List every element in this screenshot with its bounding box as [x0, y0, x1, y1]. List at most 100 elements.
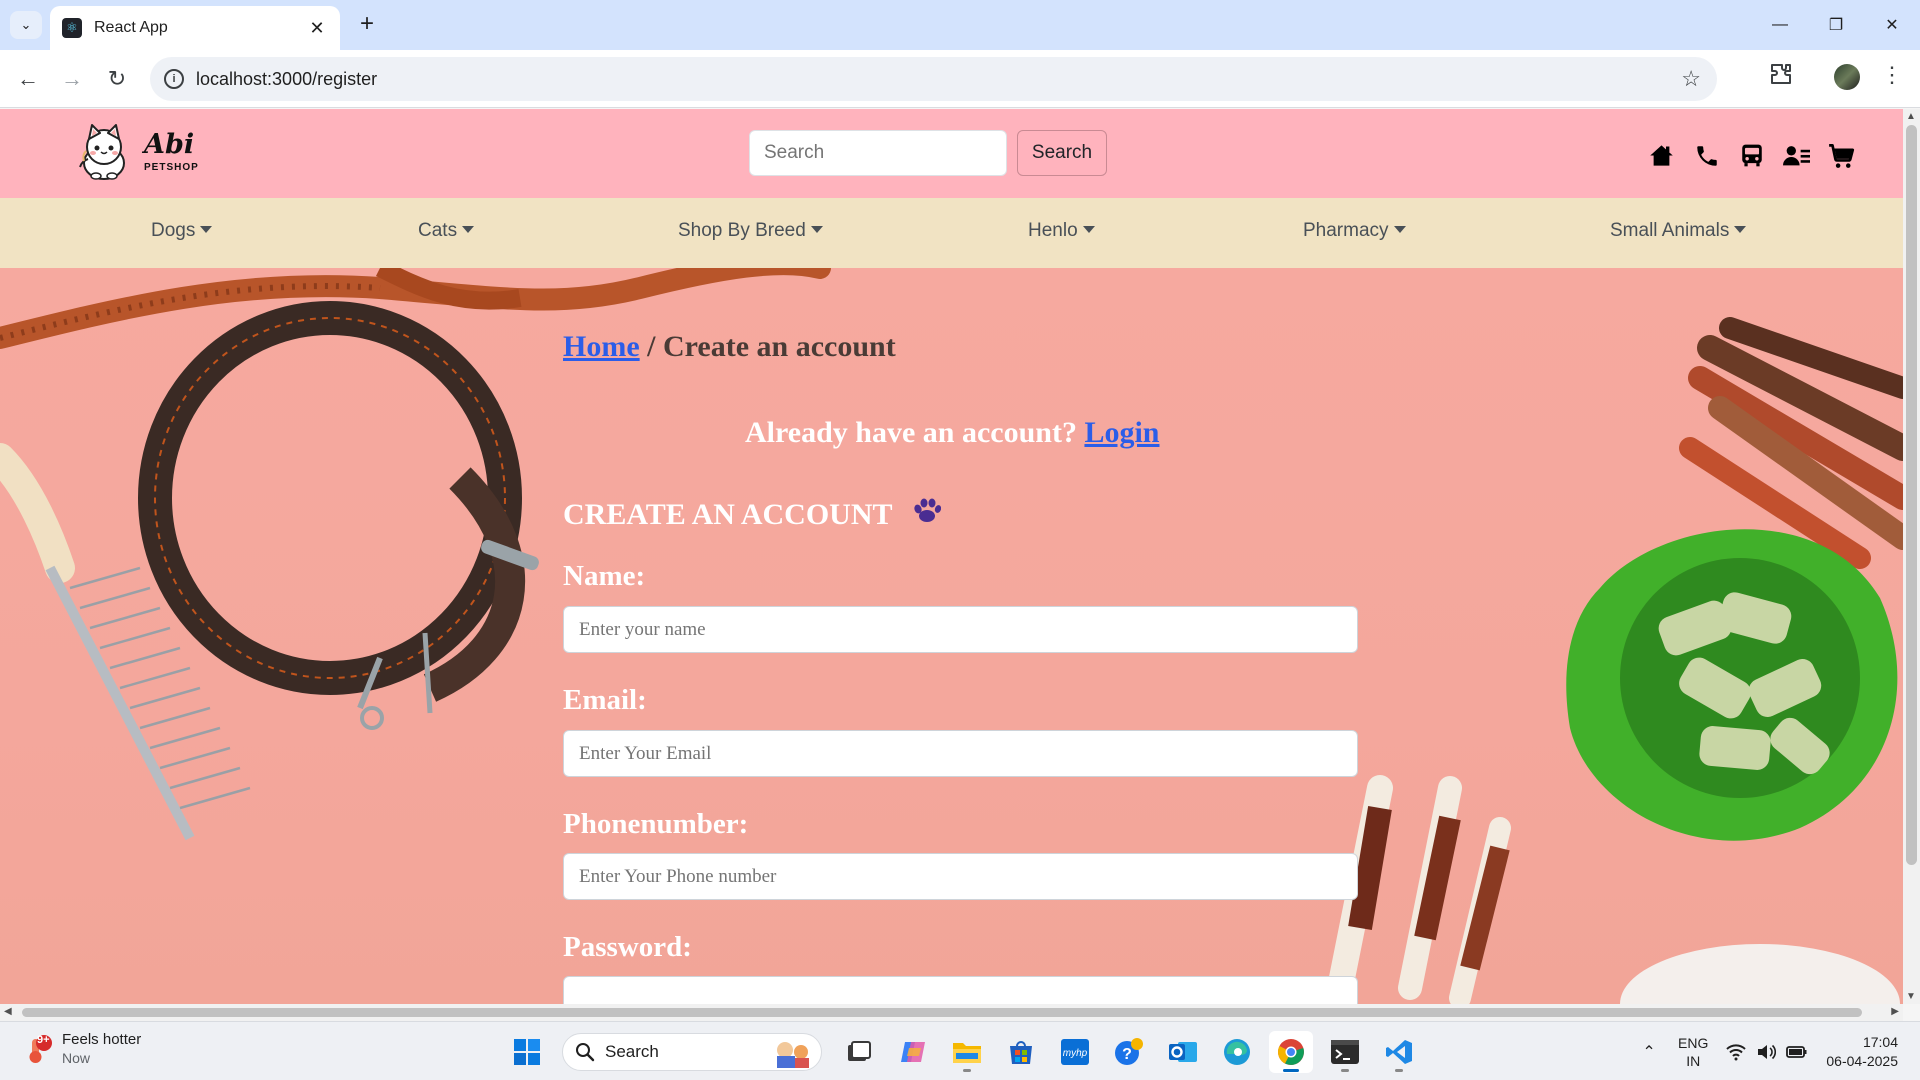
lang-line2: IN: [1686, 1052, 1701, 1069]
nav-pharmacy-label: Pharmacy: [1303, 220, 1389, 241]
scroll-up-arrow-icon[interactable]: ▲: [1906, 111, 1916, 122]
browser-menu-icon[interactable]: ⋮: [1880, 62, 1904, 88]
address-bar[interactable]: i localhost:3000/register ☆: [150, 57, 1717, 101]
tab-close-icon[interactable]: ✕: [306, 18, 328, 39]
taskbar-search-box[interactable]: Search: [562, 1033, 822, 1071]
task-view-icon[interactable]: [837, 1031, 881, 1073]
url-text[interactable]: localhost:3000/register: [196, 69, 377, 90]
home-icon[interactable]: [1648, 142, 1675, 169]
user-card-icon[interactable]: [1783, 142, 1810, 169]
breadcrumb-current: Create an account: [662, 330, 896, 363]
search-button[interactable]: Search: [1017, 130, 1107, 176]
show-hidden-icons-chevron-icon[interactable]: ⌃: [1634, 1042, 1664, 1062]
search-icon: [576, 1043, 595, 1062]
nav-dogs-dropdown[interactable]: Dogs: [151, 220, 213, 242]
phone-field[interactable]: [563, 853, 1358, 900]
file-explorer-icon[interactable]: [945, 1031, 989, 1073]
breadcrumb-separator: /: [639, 330, 663, 363]
get-help-icon[interactable]: ?: [1107, 1031, 1151, 1073]
nav-shop-by-breed-label: Shop By Breed: [678, 220, 806, 241]
already-account-text: Already have an account? Login: [745, 416, 1159, 450]
tray-icon-group[interactable]: [1726, 1043, 1808, 1061]
new-tab-button[interactable]: +: [353, 10, 381, 38]
weather-title: Feels hotter: [62, 1031, 142, 1048]
horizontal-scroll-thumb[interactable]: [22, 1008, 1862, 1017]
wifi-icon[interactable]: [1726, 1043, 1747, 1061]
vscode-icon[interactable]: [1377, 1031, 1421, 1073]
search-input[interactable]: [749, 130, 1007, 176]
windows-start-icon[interactable]: [505, 1031, 549, 1073]
breadcrumb: Home / Create an account: [563, 330, 896, 364]
weather-widget[interactable]: 9+ Feels hotter Now: [24, 1031, 141, 1066]
vertical-scrollbar[interactable]: ▲ ▼: [1903, 109, 1920, 1004]
svg-text:?: ?: [1122, 1046, 1132, 1063]
close-window-button[interactable]: ✕: [1864, 0, 1920, 50]
system-tray: ⌃ ENG IN 17:04 06-04-2025: [1634, 1022, 1920, 1080]
edge-icon[interactable]: [1215, 1031, 1259, 1073]
search-highlight-illustration-icon: [777, 1042, 809, 1068]
site-header: Abi PETSHOP Search: [0, 109, 1903, 198]
scroll-down-arrow-icon[interactable]: ▼: [1906, 991, 1916, 1002]
nav-henlo-dropdown[interactable]: Henlo: [1028, 220, 1095, 242]
back-button[interactable]: ←: [13, 64, 43, 94]
volume-icon[interactable]: [1756, 1043, 1777, 1061]
microsoft-store-icon[interactable]: [999, 1031, 1043, 1073]
nav-pharmacy-dropdown[interactable]: Pharmacy: [1303, 220, 1406, 242]
svg-text:myhp: myhp: [1063, 1048, 1088, 1059]
caret-down-icon: [200, 226, 213, 233]
terminal-icon[interactable]: [1323, 1031, 1367, 1073]
already-account-label: Already have an account?: [745, 416, 1085, 449]
caret-down-icon: [1734, 226, 1747, 233]
caret-down-icon: [810, 226, 823, 233]
battery-charging-icon[interactable]: [1786, 1043, 1808, 1061]
login-link[interactable]: Login: [1084, 416, 1159, 449]
thermometer-icon: 9+: [24, 1034, 52, 1063]
form-title-text: CREATE AN ACCOUNT: [563, 498, 892, 531]
windows-taskbar: 9+ Feels hotter Now Search myhp ? ⌃ ENG …: [0, 1021, 1920, 1080]
lang-line1: ENG: [1678, 1034, 1709, 1051]
bookmark-star-icon[interactable]: ☆: [1681, 66, 1701, 92]
header-icon-group: [1648, 142, 1855, 169]
copilot-icon[interactable]: [891, 1031, 935, 1073]
scroll-left-arrow-icon[interactable]: ◀: [4, 1006, 12, 1017]
restore-button[interactable]: ❐: [1808, 0, 1864, 50]
nav-shop-by-breed-dropdown[interactable]: Shop By Breed: [678, 220, 823, 242]
reload-button[interactable]: ↻: [102, 64, 132, 94]
category-nav: Dogs Cats Shop By Breed Henlo Pharmacy S…: [0, 198, 1903, 268]
input-language[interactable]: ENG IN: [1678, 1034, 1708, 1070]
email-label: Email:: [563, 684, 647, 716]
profile-avatar[interactable]: [1834, 64, 1860, 90]
tab-search-button[interactable]: ⌄: [10, 11, 42, 39]
vertical-scroll-thumb[interactable]: [1906, 125, 1917, 865]
scroll-right-arrow-icon[interactable]: ▶: [1891, 1006, 1899, 1017]
caret-down-icon: [1082, 226, 1095, 233]
name-field[interactable]: [563, 606, 1358, 653]
browser-tab-strip: ⌄ ⚛ React App ✕ + — ❐ ✕: [0, 0, 1920, 50]
site-info-icon[interactable]: i: [164, 69, 184, 89]
system-clock[interactable]: 17:04 06-04-2025: [1826, 1033, 1898, 1071]
email-field[interactable]: [563, 730, 1358, 777]
browser-tab[interactable]: ⚛ React App ✕: [50, 6, 340, 50]
password-field[interactable]: [563, 976, 1358, 1004]
nav-small-animals-dropdown[interactable]: Small Animals: [1610, 220, 1747, 242]
myhp-icon[interactable]: myhp: [1053, 1031, 1097, 1073]
logo-subtext: PETSHOP: [144, 162, 199, 173]
horizontal-scrollbar[interactable]: ◀ ▶: [0, 1004, 1903, 1021]
extensions-puzzle-icon[interactable]: [1766, 62, 1796, 92]
chrome-icon[interactable]: [1269, 1031, 1313, 1073]
bus-icon[interactable]: [1738, 142, 1765, 169]
nav-dogs-label: Dogs: [151, 220, 196, 241]
phone-icon[interactable]: [1693, 142, 1720, 169]
outlook-icon[interactable]: [1161, 1031, 1205, 1073]
paw-icon: [911, 498, 942, 532]
running-indicator: [1341, 1069, 1349, 1072]
breadcrumb-home-link[interactable]: Home: [563, 330, 640, 363]
taskbar-apps: Search myhp ?: [500, 1031, 1426, 1073]
minimize-button[interactable]: —: [1752, 0, 1808, 50]
react-favicon-icon: ⚛: [62, 18, 82, 38]
form-title: CREATE AN ACCOUNT: [563, 498, 942, 532]
weather-subtitle: Now: [62, 1050, 91, 1066]
cart-icon[interactable]: [1828, 142, 1855, 169]
nav-cats-dropdown[interactable]: Cats: [418, 220, 475, 242]
forward-button[interactable]: →: [57, 64, 87, 94]
